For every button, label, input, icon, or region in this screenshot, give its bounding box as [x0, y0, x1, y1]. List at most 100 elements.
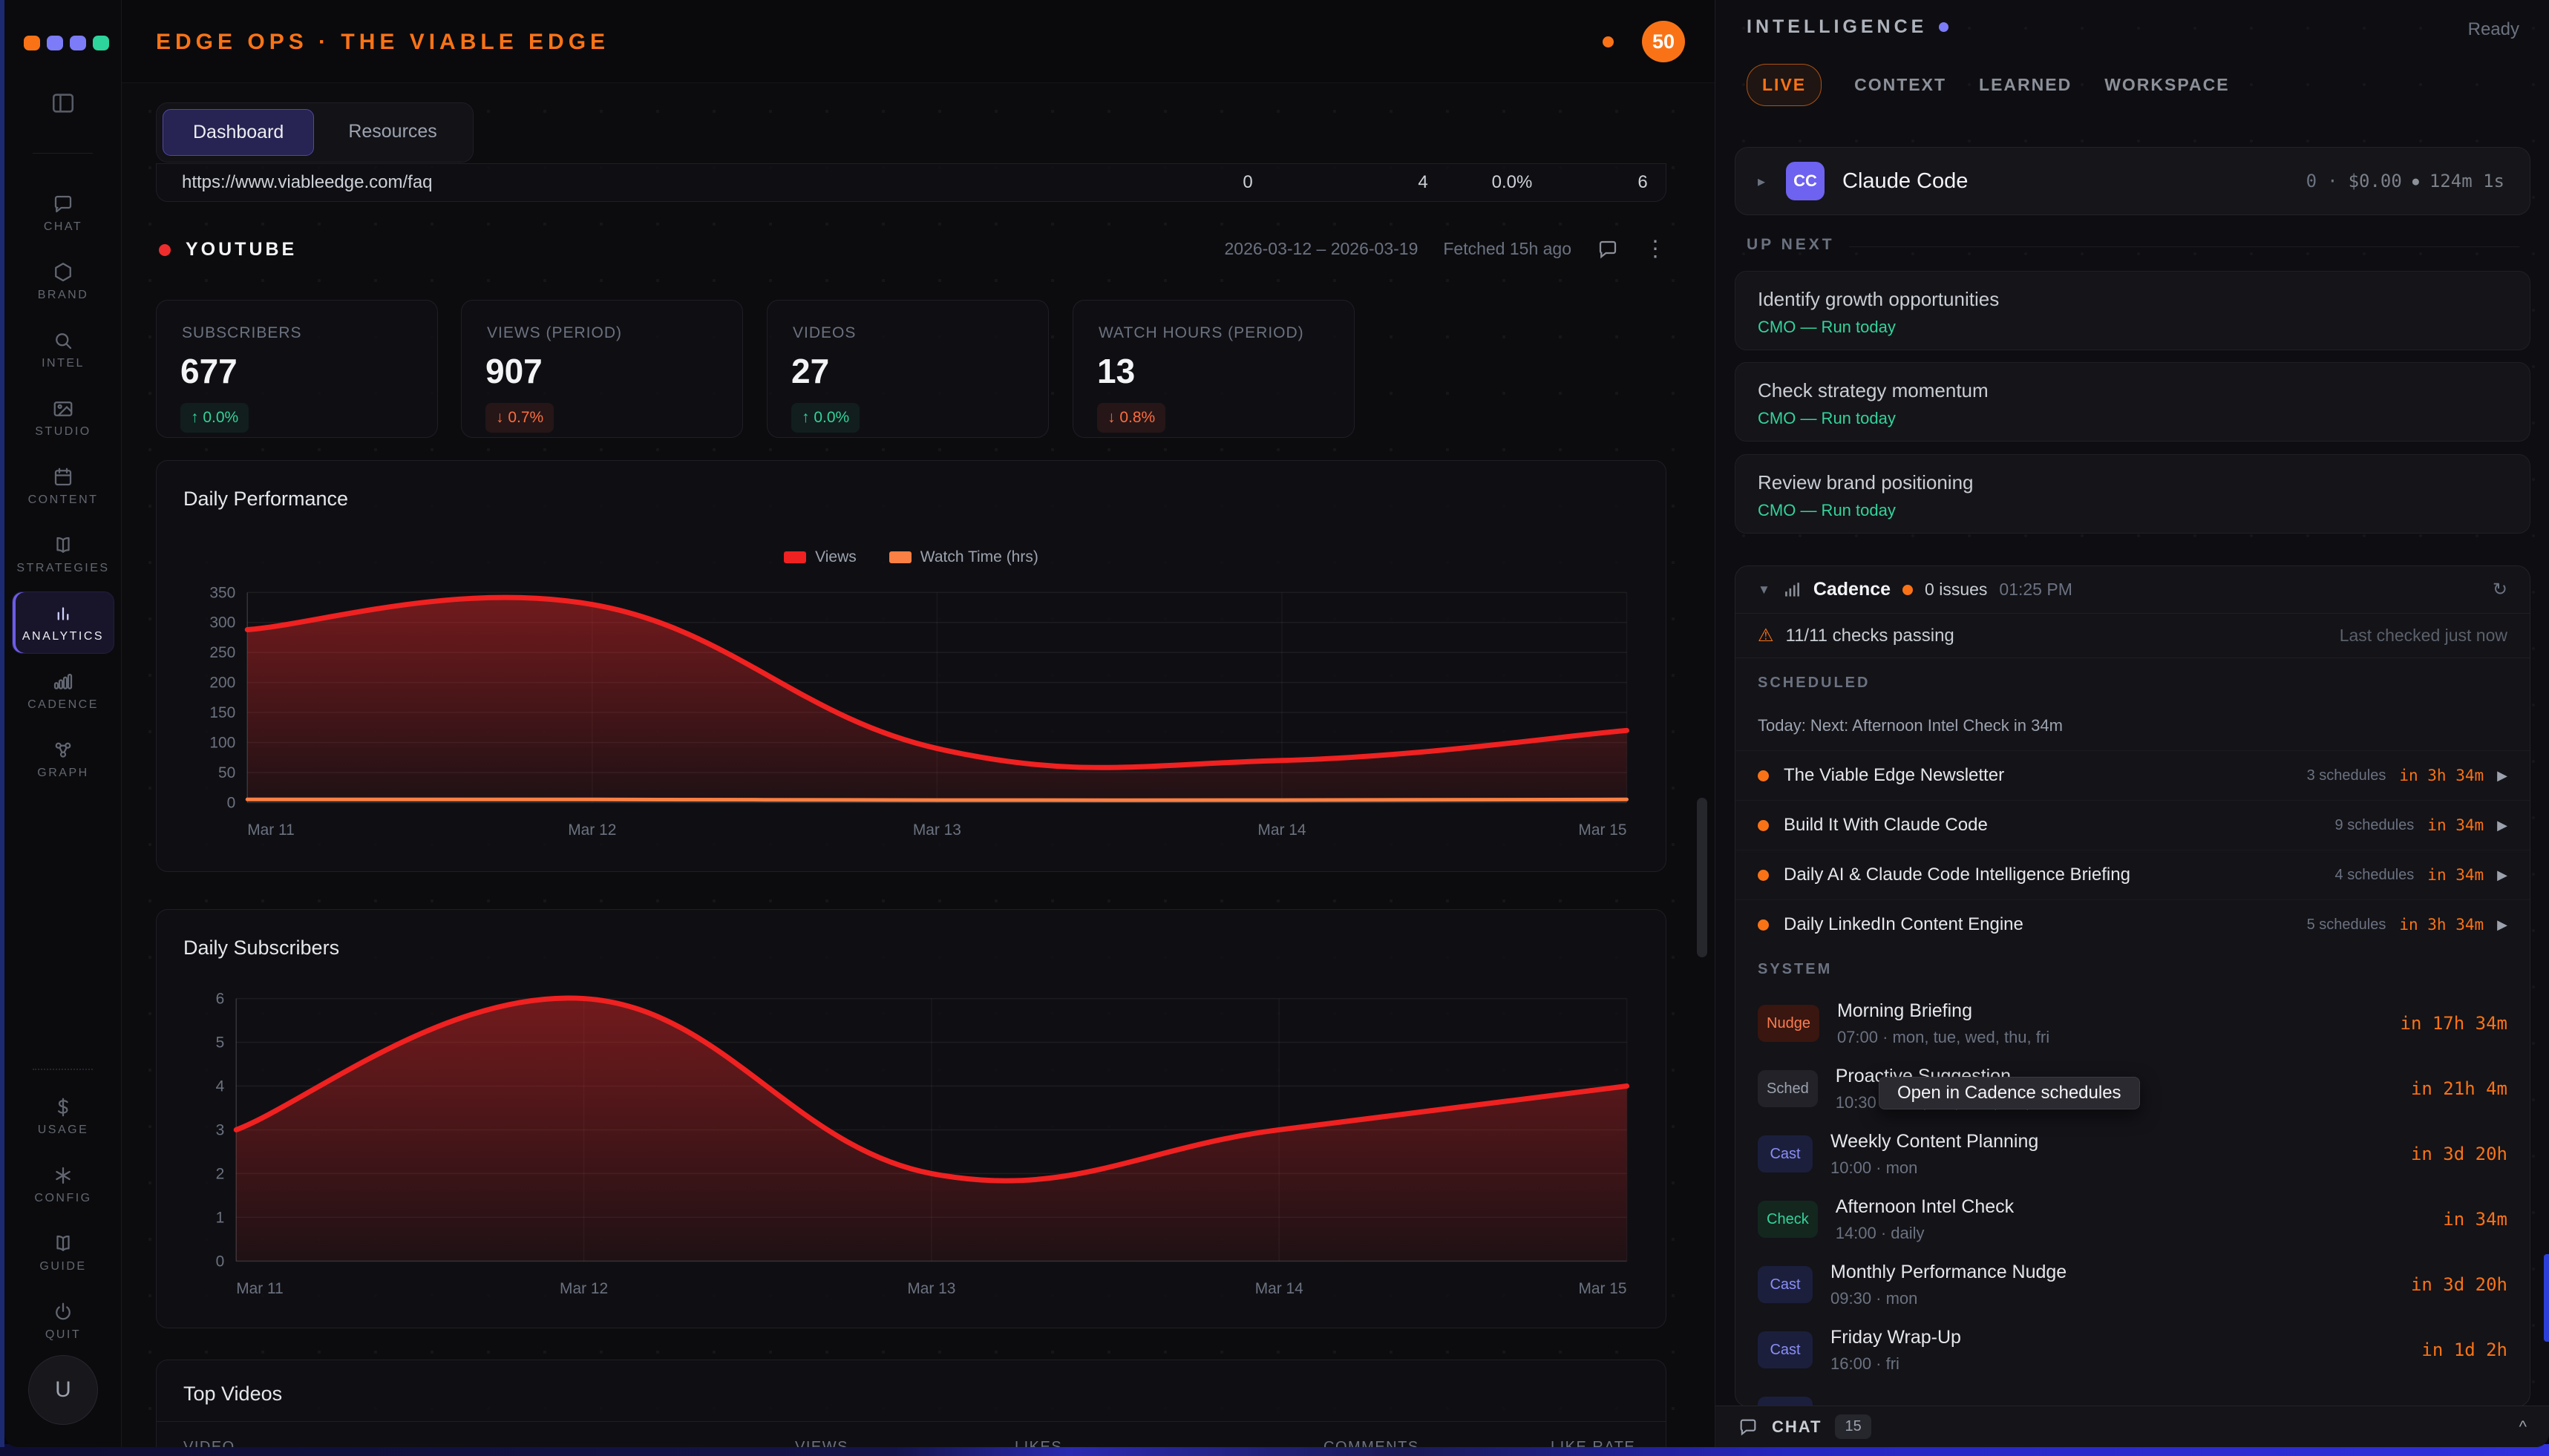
panel-ready-status: Ready	[2468, 19, 2519, 40]
sidebar-item-content[interactable]: CONTENT	[12, 455, 114, 517]
main-tabs: DashboardResources	[156, 102, 474, 163]
play-icon[interactable]: ▶	[2497, 818, 2507, 833]
schedule-dot	[1758, 820, 1769, 831]
chat-bubble-icon	[1738, 1417, 1758, 1437]
stat-card-watch-hours-period-: WATCH HOURS (PERIOD)13↓ 0.8%	[1073, 300, 1355, 438]
collapse-caret-icon[interactable]: ▼	[1758, 583, 1770, 597]
schedule-count: 3 schedules	[2307, 767, 2386, 784]
panel-tab-learned[interactable]: LEARNED	[1979, 75, 2072, 95]
traffic-light-1[interactable]	[47, 36, 63, 50]
comment-icon[interactable]	[1597, 238, 1619, 260]
tab-dashboard[interactable]: Dashboard	[163, 109, 314, 156]
sidebar-item-brand[interactable]: BRAND	[12, 250, 114, 312]
sidebar-item-usage[interactable]: USAGE	[12, 1085, 114, 1147]
svg-text:350: 350	[209, 584, 235, 601]
url-metric-1: 4	[1418, 172, 1427, 193]
kebab-menu-icon[interactable]: ⋮	[1644, 236, 1666, 262]
system-row[interactable]: CastMonthly Performance Nudge09:30 · mon…	[1735, 1252, 2530, 1317]
window-traffic-lights[interactable]	[24, 36, 109, 50]
chevron-up-icon[interactable]: ^	[2519, 1417, 2527, 1437]
sidebar-item-label: GRAPH	[37, 767, 88, 780]
scheduled-row[interactable]: Build It With Claude Code9 schedulesin 3…	[1735, 800, 2530, 850]
scheduled-row[interactable]: Daily AI & Claude Code Intelligence Brie…	[1735, 850, 2530, 899]
system-name: Friday Wrap-Up	[1830, 1327, 1961, 1348]
scheduled-row[interactable]: The Viable Edge Newsletter3 schedulesin …	[1735, 750, 2530, 800]
sidebar-item-graph[interactable]: GRAPH	[12, 728, 114, 790]
avatar[interactable]: U	[28, 1355, 98, 1425]
tooltip: Open in Cadence schedules	[1879, 1077, 2140, 1109]
svg-text:Mar 15: Mar 15	[1578, 822, 1626, 839]
stat-card-subscribers: SUBSCRIBERS677↑ 0.0%	[156, 300, 438, 438]
chevron-right-icon[interactable]: ▸	[1758, 172, 1765, 191]
play-icon[interactable]: ▶	[2497, 917, 2507, 933]
up-next-title: Check strategy momentum	[1758, 379, 1989, 402]
play-icon[interactable]: ▶	[2497, 768, 2507, 784]
sidebar-item-studio[interactable]: STUDIO	[12, 387, 114, 449]
sidebar-item-analytics[interactable]: ANALYTICS	[12, 591, 114, 654]
sidebar-item-strategies[interactable]: STRATEGIES	[12, 523, 114, 586]
system-row[interactable]: CheckAfternoon Intel Check14:00 · dailyi…	[1735, 1187, 2530, 1252]
sidebar-item-quit[interactable]: QUIT	[12, 1290, 114, 1352]
panel-tab-live[interactable]: LIVE	[1747, 64, 1822, 106]
system-eta: in 21h 4m	[2411, 1078, 2507, 1099]
sidebar-item-label: INTEL	[42, 357, 85, 370]
schedule-eta: in 3h 34m	[2399, 916, 2484, 934]
traffic-light-2[interactable]	[70, 36, 86, 50]
svg-text:1: 1	[216, 1209, 225, 1226]
stat-delta-badge: ↓ 0.8%	[1097, 403, 1165, 433]
svg-text:Mar 13: Mar 13	[913, 822, 961, 839]
sidebar-item-label: CONFIG	[34, 1192, 91, 1205]
cadence-header[interactable]: ▼ Cadence 0 issues 01:25 PM ↻	[1735, 566, 2530, 614]
sidebar-divider	[33, 153, 93, 154]
stat-delta-badge: ↓ 0.7%	[485, 403, 554, 433]
up-next-card[interactable]: Review brand positioningCMO — Run today	[1735, 454, 2530, 534]
sidebar-item-config[interactable]: CONFIG	[12, 1153, 114, 1216]
book-icon	[52, 1233, 74, 1255]
svg-text:Mar 12: Mar 12	[568, 822, 616, 839]
play-icon[interactable]: ▶	[2497, 868, 2507, 883]
svg-text:Mar 15: Mar 15	[1578, 1280, 1626, 1297]
daily-performance-chart-card: Daily Performance ViewsWatch Time (hrs) …	[156, 460, 1666, 872]
tab-resources[interactable]: Resources	[318, 109, 467, 156]
svg-text:300: 300	[209, 614, 235, 632]
panel-tab-workspace[interactable]: WORKSPACE	[2104, 75, 2229, 95]
app-window: CHAT BRAND INTEL STUDIO CONTENTSTRATEGIESANA…	[4, 0, 2549, 1447]
system-badge-sched: Sched	[1758, 1070, 1818, 1107]
system-row[interactable]: NudgeMorning Briefing07:00 · mon, tue, w…	[1735, 991, 2530, 1056]
system-row[interactable]: CastWeekly Content Planning10:00 · monin…	[1735, 1121, 2530, 1187]
traffic-light-0[interactable]	[24, 36, 40, 50]
sidebar-item-chat[interactable]: CHAT	[12, 182, 114, 244]
youtube-red-dot	[159, 244, 171, 256]
sidebar-item-intel[interactable]: INTEL	[12, 318, 114, 381]
claude-code-row[interactable]: ▸ CC Claude Code 0 · $0.00 ● 124m 1s	[1735, 147, 2530, 215]
chat-bar[interactable]: CHAT 15 ^	[1715, 1406, 2549, 1447]
scrollbar-thumb[interactable]	[1697, 798, 1707, 957]
sidebar-item-label: USAGE	[38, 1124, 89, 1137]
bullet-icon: ●	[2412, 174, 2419, 188]
sidebar-item-guide[interactable]: GUIDE	[12, 1221, 114, 1284]
refresh-icon[interactable]: ↻	[2493, 579, 2507, 600]
up-next-card[interactable]: Check strategy momentumCMO — Run today	[1735, 362, 2530, 442]
panel-tab-context[interactable]: CONTEXT	[1854, 75, 1946, 95]
status-dot	[1603, 36, 1614, 47]
claude-cost: $0.00	[2349, 171, 2402, 191]
table-row-url[interactable]: https://www.viableedge.com/faq 0 4 0.0% …	[156, 163, 1666, 202]
sidebar-item-label: CHAT	[44, 220, 82, 234]
schedule-eta: in 34m	[2427, 816, 2484, 834]
sidebar-collapse-icon[interactable]	[4, 91, 121, 116]
stat-label: SUBSCRIBERS	[182, 324, 302, 342]
notification-badge[interactable]: 50	[1642, 21, 1685, 62]
scheduled-row[interactable]: Daily LinkedIn Content Engine5 schedules…	[1735, 899, 2530, 949]
cadence-name: Cadence	[1813, 579, 1891, 600]
stat-delta-badge: ↑ 0.0%	[180, 403, 249, 433]
system-row[interactable]: CastDaily Learning Digest	[1735, 1383, 2530, 1407]
sidebar-item-label: STUDIO	[35, 425, 91, 439]
up-next-card[interactable]: Identify growth opportunitiesCMO — Run t…	[1735, 271, 2530, 350]
claude-duration: 124m 1s	[2429, 171, 2504, 191]
chat-count-badge: 15	[1835, 1414, 1871, 1439]
system-row[interactable]: CastFriday Wrap-Up16:00 · friin 1d 2h	[1735, 1317, 2530, 1383]
svg-text:5: 5	[216, 1034, 225, 1052]
traffic-light-3[interactable]	[93, 36, 109, 50]
sidebar-item-cadence[interactable]: CADENCE	[12, 660, 114, 722]
stat-card-views-period-: VIEWS (PERIOD)907↓ 0.7%	[461, 300, 743, 438]
